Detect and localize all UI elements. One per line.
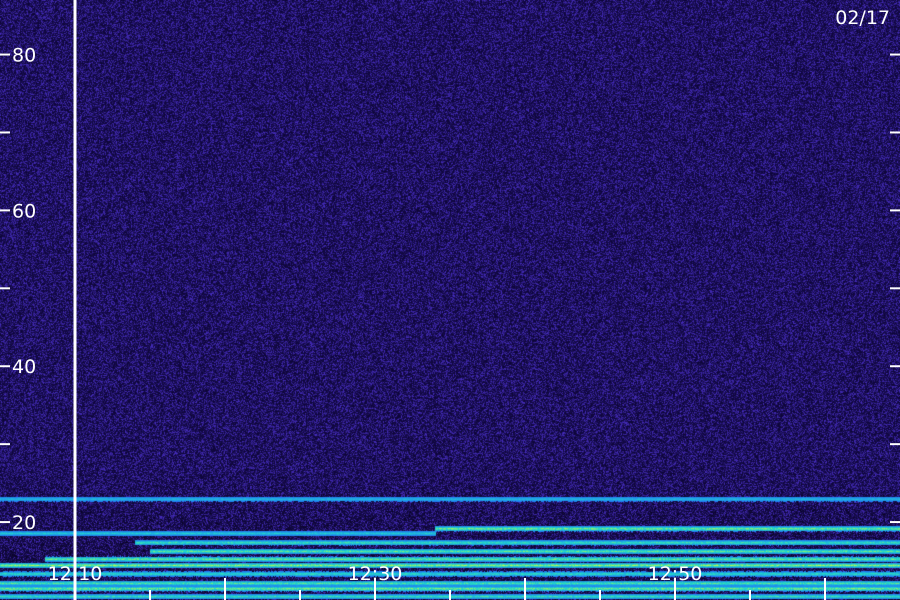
x-tick-label: 12:30 (348, 563, 403, 585)
x-tick-label: 12:50 (648, 563, 703, 585)
y-tick-label: 40 (12, 356, 36, 378)
y-tick-label: 20 (12, 512, 36, 534)
y-tick-label: 60 (12, 200, 36, 222)
y-axis-right (890, 53, 900, 524)
date-label: 02/17 (835, 7, 890, 29)
spectrogram-chart: 80604020 12:1012:3012:50 02/17 (0, 0, 900, 600)
chart-overlay: 80604020 12:1012:3012:50 02/17 (0, 0, 900, 600)
y-axis-left: 80 60 40 20 (0, 45, 36, 534)
x-axis: 12:1012:3012:50 (48, 563, 826, 600)
y-tick-label: 80 (12, 45, 36, 67)
